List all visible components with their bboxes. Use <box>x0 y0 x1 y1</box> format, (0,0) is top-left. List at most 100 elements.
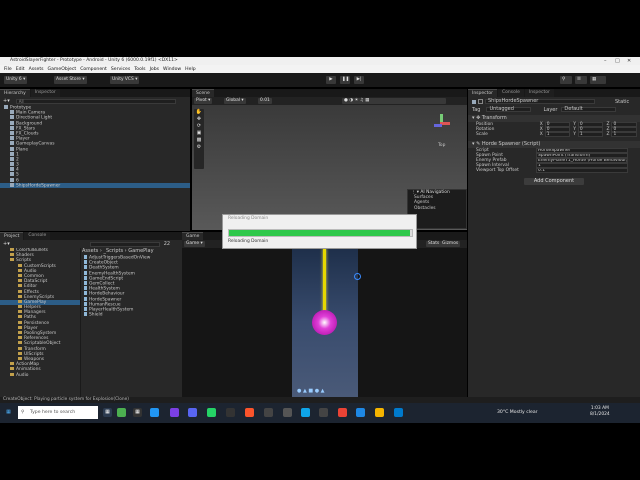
hierarchy-item[interactable]: ShipsHordeSpawner <box>0 182 190 188</box>
play-icon[interactable]: ▶ <box>326 76 336 84</box>
game-viewport[interactable]: ● ▲ ■ ● ▲ <box>292 248 361 397</box>
active-checkbox[interactable] <box>478 99 483 104</box>
edge-icon[interactable] <box>301 408 310 417</box>
layers-icon[interactable]: ☰ <box>575 76 587 84</box>
minecraft-icon[interactable] <box>117 408 126 417</box>
task-view-icon[interactable]: ▦ <box>103 408 112 417</box>
hierarchy-search-input[interactable]: All <box>15 98 176 104</box>
menu-item-component[interactable]: Component <box>80 67 107 72</box>
transform-x-field[interactable]: 1 <box>544 132 571 138</box>
minimize-icon[interactable]: – <box>604 58 607 64</box>
tab-inspector[interactable]: Inspector <box>468 89 497 97</box>
scene-view-options[interactable]: ● ◑ ☀ ♫ ▦ <box>342 98 446 104</box>
discord-icon[interactable] <box>188 408 197 417</box>
menu-item-services[interactable]: Services <box>111 67 130 72</box>
menu-item-file[interactable]: File <box>4 67 12 72</box>
tab-hierarchy[interactable]: Hierarchy <box>0 89 30 97</box>
folder-icon <box>18 289 22 293</box>
tab-scene[interactable]: Scene <box>192 89 214 97</box>
scene-tools[interactable]: ✋ ✥ ⟳ ▣ ▩ ⚙ <box>194 109 204 169</box>
transform-header[interactable]: ▾ ✥ Transform <box>468 115 640 122</box>
unity-account-button[interactable]: Unity 6 ▾ <box>4 76 28 84</box>
file-explorer-icon[interactable]: ▦ <box>133 408 142 417</box>
brave-icon[interactable] <box>245 408 254 417</box>
stats-button[interactable]: Stats <box>426 241 442 247</box>
persp-label[interactable]: Top <box>438 143 445 148</box>
file-list: AdjustTriggersBasedOnView CreateObject Dea… <box>84 255 180 318</box>
layer-label: Layer <box>543 106 558 113</box>
add-icon[interactable]: +▾ <box>3 241 10 247</box>
progress-bar <box>228 229 413 237</box>
breadcrumb-item[interactable]: _Scripts <box>103 248 123 254</box>
tab-project[interactable]: Project <box>0 232 24 240</box>
script-icon: ✎ <box>476 140 481 147</box>
app-icon[interactable] <box>319 408 328 417</box>
menu-item-jobs[interactable]: Jobs <box>150 67 159 72</box>
menu-item-edit[interactable]: Edit <box>16 67 25 72</box>
tab-inspector-left[interactable]: Inspector <box>30 89 60 97</box>
horde-spawner-header[interactable]: ▾ ✎ Horde Spawner (Script) <box>468 140 640 148</box>
snap-value[interactable]: 0.01 <box>258 98 272 104</box>
tag-dropdown[interactable]: Untagged <box>486 107 532 112</box>
store-icon[interactable] <box>150 408 159 417</box>
layer-dropdown[interactable]: Default <box>561 107 617 112</box>
transform-y-field[interactable]: 1 <box>577 132 604 138</box>
menu-item-help[interactable]: Help <box>185 67 195 72</box>
tab-game[interactable]: Game <box>182 232 204 240</box>
menu-item-gameobject[interactable]: GameObject <box>48 67 77 72</box>
gameobject-icon <box>10 156 14 161</box>
search-icon[interactable]: ⚲ <box>560 76 572 84</box>
gameobject-icon <box>10 141 14 146</box>
maximize-icon[interactable]: □ <box>615 58 620 64</box>
folder-icon <box>18 268 22 272</box>
hud-icons: ● ▲ ■ ● ▲ <box>297 388 325 394</box>
layout-icon[interactable]: ▦ <box>590 76 606 84</box>
axis-label-x: X <box>539 132 543 138</box>
unity-icon[interactable] <box>283 408 292 417</box>
tab-console[interactable]: Console <box>24 232 51 240</box>
add-icon[interactable]: +▾ <box>3 98 10 104</box>
close-icon[interactable]: ✕ <box>627 58 631 64</box>
pivot-dropdown[interactable]: Pivot ▾ <box>194 98 213 104</box>
menu-bar: File Edit Assets GameObject Component Service… <box>0 65 640 73</box>
file-item[interactable]: Shield <box>84 312 180 318</box>
vscode-icon[interactable] <box>394 408 403 417</box>
whatsapp-icon[interactable] <box>207 408 216 417</box>
windows-start-icon[interactable]: ▦ <box>4 408 13 417</box>
tab-console-right[interactable]: Console <box>498 89 524 97</box>
horde-field-value[interactable]: 0.1 <box>536 168 628 174</box>
step-icon[interactable]: ▶| <box>354 76 364 84</box>
asset-store-button[interactable]: Asset Store ▾ <box>54 76 87 84</box>
ai-nav-item-obstacles[interactable]: Obstacles <box>414 206 466 211</box>
app-icon-2[interactable] <box>356 408 365 417</box>
file-explorer-icon-2[interactable] <box>226 408 235 417</box>
folder-item[interactable]: Audio <box>0 372 80 378</box>
pause-icon[interactable]: ❚❚ <box>340 76 350 84</box>
project-search-input[interactable] <box>89 241 160 247</box>
unity-hub-icon[interactable] <box>264 408 273 417</box>
menu-item-window[interactable]: Window <box>163 67 181 72</box>
display-dropdown[interactable]: Game ▾ <box>184 241 205 247</box>
transform-z-field[interactable]: 1 <box>611 132 637 138</box>
tab-inspector-2[interactable]: Inspector <box>524 89 554 97</box>
chrome-icon[interactable] <box>338 408 347 417</box>
menu-item-tools[interactable]: Tools <box>134 67 145 72</box>
breadcrumb-item[interactable]: Assets <box>82 248 98 254</box>
vcs-button[interactable]: Unity VCS ▾ <box>110 76 140 84</box>
app-icon-3[interactable] <box>375 408 384 417</box>
gizmos-button[interactable]: Gizmos <box>440 241 461 247</box>
scene-gizmo[interactable] <box>432 114 452 134</box>
gameobject-icon <box>10 146 14 151</box>
folder-icon <box>10 362 14 366</box>
object-name-field[interactable]: ShipsHordeSpawner <box>485 99 595 104</box>
menu-item-assets[interactable]: Assets <box>29 67 44 72</box>
taskbar-search-input[interactable]: ⚲ Type here to search <box>18 406 98 419</box>
twitch-icon[interactable] <box>170 408 179 417</box>
folder-icon <box>10 248 14 251</box>
add-component-button[interactable]: Add Component <box>524 177 584 185</box>
global-dropdown[interactable]: Global ▾ <box>224 98 246 104</box>
static-toggle[interactable]: Static <box>615 99 629 105</box>
clock[interactable]: 1:03 AM 8/1/2024 <box>590 406 610 418</box>
breadcrumb-item[interactable]: GamePlay <box>128 248 153 254</box>
weather-widget[interactable]: 30°C Mostly clear <box>497 403 538 423</box>
